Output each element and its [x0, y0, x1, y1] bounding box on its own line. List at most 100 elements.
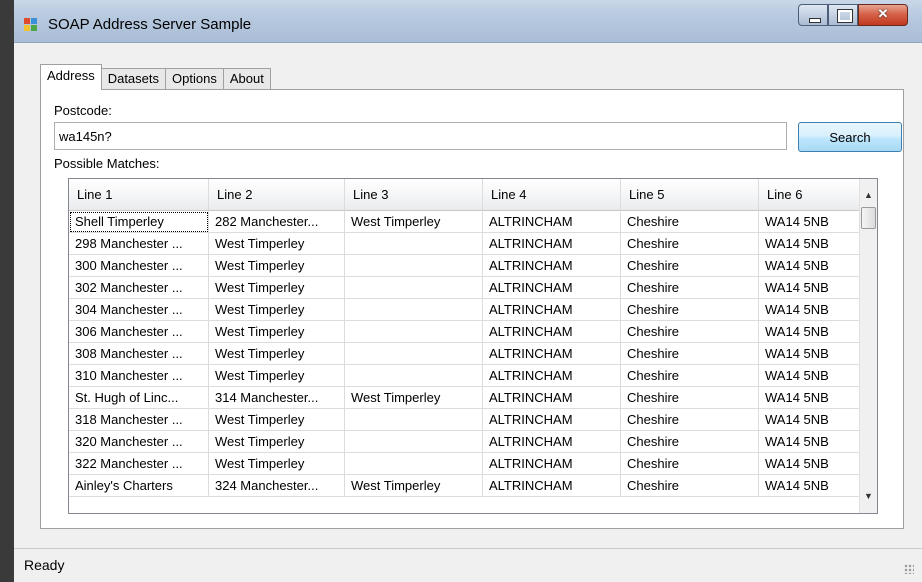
- tab-options[interactable]: Options: [165, 68, 224, 90]
- table-cell[interactable]: Cheshire: [621, 453, 759, 475]
- tab-address[interactable]: Address: [40, 64, 102, 90]
- table-row[interactable]: 322 Manchester ... West Timperley ALTRINCH…: [69, 453, 877, 475]
- table-cell[interactable]: St. Hugh of Linc...: [69, 387, 209, 409]
- table-cell[interactable]: Cheshire: [621, 299, 759, 321]
- table-row[interactable]: 318 Manchester ... West Timperley ALTRINCH…: [69, 409, 877, 431]
- table-cell[interactable]: 310 Manchester ...: [69, 365, 209, 387]
- table-cell[interactable]: [345, 233, 483, 255]
- table-cell[interactable]: Cheshire: [621, 233, 759, 255]
- vertical-scrollbar[interactable]: ▲ ▼: [859, 179, 877, 513]
- table-cell[interactable]: [345, 255, 483, 277]
- tab-about[interactable]: About: [222, 68, 271, 90]
- table-cell[interactable]: 302 Manchester ...: [69, 277, 209, 299]
- table-cell[interactable]: Shell Timperley: [69, 211, 209, 233]
- close-button[interactable]: ✕: [858, 4, 908, 26]
- table-cell[interactable]: [345, 343, 483, 365]
- table-row[interactable]: 306 Manchester ... West Timperley ALTRINCH…: [69, 321, 877, 343]
- table-cell[interactable]: Ainley's Charters: [69, 475, 209, 497]
- table-cell[interactable]: West Timperley: [209, 255, 345, 277]
- table-cell[interactable]: 324 Manchester...: [209, 475, 345, 497]
- table-cell[interactable]: Cheshire: [621, 387, 759, 409]
- table-cell[interactable]: ALTRINCHAM: [483, 409, 621, 431]
- table-cell[interactable]: 282 Manchester...: [209, 211, 345, 233]
- table-cell[interactable]: Cheshire: [621, 211, 759, 233]
- table-row[interactable]: Ainley's Charters 324 Manchester... West T…: [69, 475, 877, 497]
- table-cell[interactable]: [345, 431, 483, 453]
- table-cell[interactable]: Cheshire: [621, 343, 759, 365]
- table-cell[interactable]: West Timperley: [209, 299, 345, 321]
- search-button[interactable]: Search: [798, 122, 902, 152]
- column-header-line-2[interactable]: Line 2: [209, 179, 345, 211]
- table-cell[interactable]: West Timperley: [209, 453, 345, 475]
- table-cell[interactable]: Cheshire: [621, 475, 759, 497]
- tab-datasets[interactable]: Datasets: [100, 68, 167, 90]
- table-cell[interactable]: Cheshire: [621, 255, 759, 277]
- table-cell[interactable]: West Timperley: [209, 233, 345, 255]
- table-cell[interactable]: ALTRINCHAM: [483, 233, 621, 255]
- scroll-up-icon[interactable]: ▲: [860, 187, 877, 204]
- column-header-line-5[interactable]: Line 5: [621, 179, 759, 211]
- table-row[interactable]: 304 Manchester ... West Timperley ALTRINCH…: [69, 299, 877, 321]
- column-header-line-3[interactable]: Line 3: [345, 179, 483, 211]
- table-cell[interactable]: West Timperley: [209, 431, 345, 453]
- table-cell[interactable]: 318 Manchester ...: [69, 409, 209, 431]
- table-cell[interactable]: 322 Manchester ...: [69, 453, 209, 475]
- table-cell[interactable]: 306 Manchester ...: [69, 321, 209, 343]
- table-cell[interactable]: ALTRINCHAM: [483, 277, 621, 299]
- table-cell[interactable]: ALTRINCHAM: [483, 211, 621, 233]
- table-cell[interactable]: Cheshire: [621, 321, 759, 343]
- table-cell[interactable]: [345, 365, 483, 387]
- table-cell[interactable]: [345, 277, 483, 299]
- scroll-down-icon[interactable]: ▼: [860, 488, 877, 505]
- column-header-line-1[interactable]: Line 1: [69, 179, 209, 211]
- table-cell[interactable]: [345, 321, 483, 343]
- table-cell[interactable]: West Timperley: [209, 343, 345, 365]
- table-cell[interactable]: Cheshire: [621, 431, 759, 453]
- table-row[interactable]: 300 Manchester ... West Timperley ALTRINCH…: [69, 255, 877, 277]
- table-cell[interactable]: West Timperley: [345, 211, 483, 233]
- table-cell[interactable]: ALTRINCHAM: [483, 453, 621, 475]
- table-cell[interactable]: West Timperley: [345, 387, 483, 409]
- table-cell[interactable]: 308 Manchester ...: [69, 343, 209, 365]
- postcode-input[interactable]: [54, 122, 787, 150]
- matches-grid[interactable]: Line 1 Line 2 Line 3 Line 4 Line 5 Line …: [68, 178, 878, 514]
- table-row[interactable]: 320 Manchester ... West Timperley ALTRINCH…: [69, 431, 877, 453]
- column-header-line-4[interactable]: Line 4: [483, 179, 621, 211]
- table-row[interactable]: 298 Manchester ... West Timperley ALTRINCH…: [69, 233, 877, 255]
- table-cell[interactable]: West Timperley: [209, 277, 345, 299]
- table-cell[interactable]: [345, 409, 483, 431]
- table-row[interactable]: 310 Manchester ... West Timperley ALTRINCH…: [69, 365, 877, 387]
- table-cell[interactable]: 304 Manchester ...: [69, 299, 209, 321]
- resize-grip-icon[interactable]: [904, 564, 914, 574]
- table-cell[interactable]: West Timperley: [345, 475, 483, 497]
- table-row[interactable]: 302 Manchester ... West Timperley ALTRINCH…: [69, 277, 877, 299]
- table-row[interactable]: St. Hugh of Linc... 314 Manchester... West…: [69, 387, 877, 409]
- table-row[interactable]: Shell Timperley 282 Manchester... West Tim…: [69, 211, 877, 233]
- maximize-button[interactable]: [828, 4, 858, 26]
- table-cell[interactable]: West Timperley: [209, 409, 345, 431]
- table-cell[interactable]: West Timperley: [209, 365, 345, 387]
- table-cell[interactable]: ALTRINCHAM: [483, 255, 621, 277]
- postcode-label: Postcode:: [54, 103, 112, 118]
- table-cell[interactable]: 320 Manchester ...: [69, 431, 209, 453]
- table-cell[interactable]: Cheshire: [621, 409, 759, 431]
- minimize-button[interactable]: [798, 4, 828, 26]
- table-cell[interactable]: ALTRINCHAM: [483, 299, 621, 321]
- table-cell[interactable]: 300 Manchester ...: [69, 255, 209, 277]
- table-cell[interactable]: ALTRINCHAM: [483, 321, 621, 343]
- table-cell[interactable]: West Timperley: [209, 321, 345, 343]
- table-cell[interactable]: ALTRINCHAM: [483, 387, 621, 409]
- table-cell[interactable]: [345, 299, 483, 321]
- table-cell[interactable]: [345, 453, 483, 475]
- table-cell[interactable]: Cheshire: [621, 365, 759, 387]
- table-cell[interactable]: ALTRINCHAM: [483, 431, 621, 453]
- table-cell[interactable]: ALTRINCHAM: [483, 343, 621, 365]
- table-cell[interactable]: 298 Manchester ...: [69, 233, 209, 255]
- title-bar[interactable]: SOAP Address Server Sample ✕: [14, 0, 922, 43]
- scroll-thumb[interactable]: [861, 207, 876, 229]
- table-row[interactable]: 308 Manchester ... West Timperley ALTRINCH…: [69, 343, 877, 365]
- table-cell[interactable]: ALTRINCHAM: [483, 475, 621, 497]
- table-cell[interactable]: ALTRINCHAM: [483, 365, 621, 387]
- table-cell[interactable]: Cheshire: [621, 277, 759, 299]
- table-cell[interactable]: 314 Manchester...: [209, 387, 345, 409]
